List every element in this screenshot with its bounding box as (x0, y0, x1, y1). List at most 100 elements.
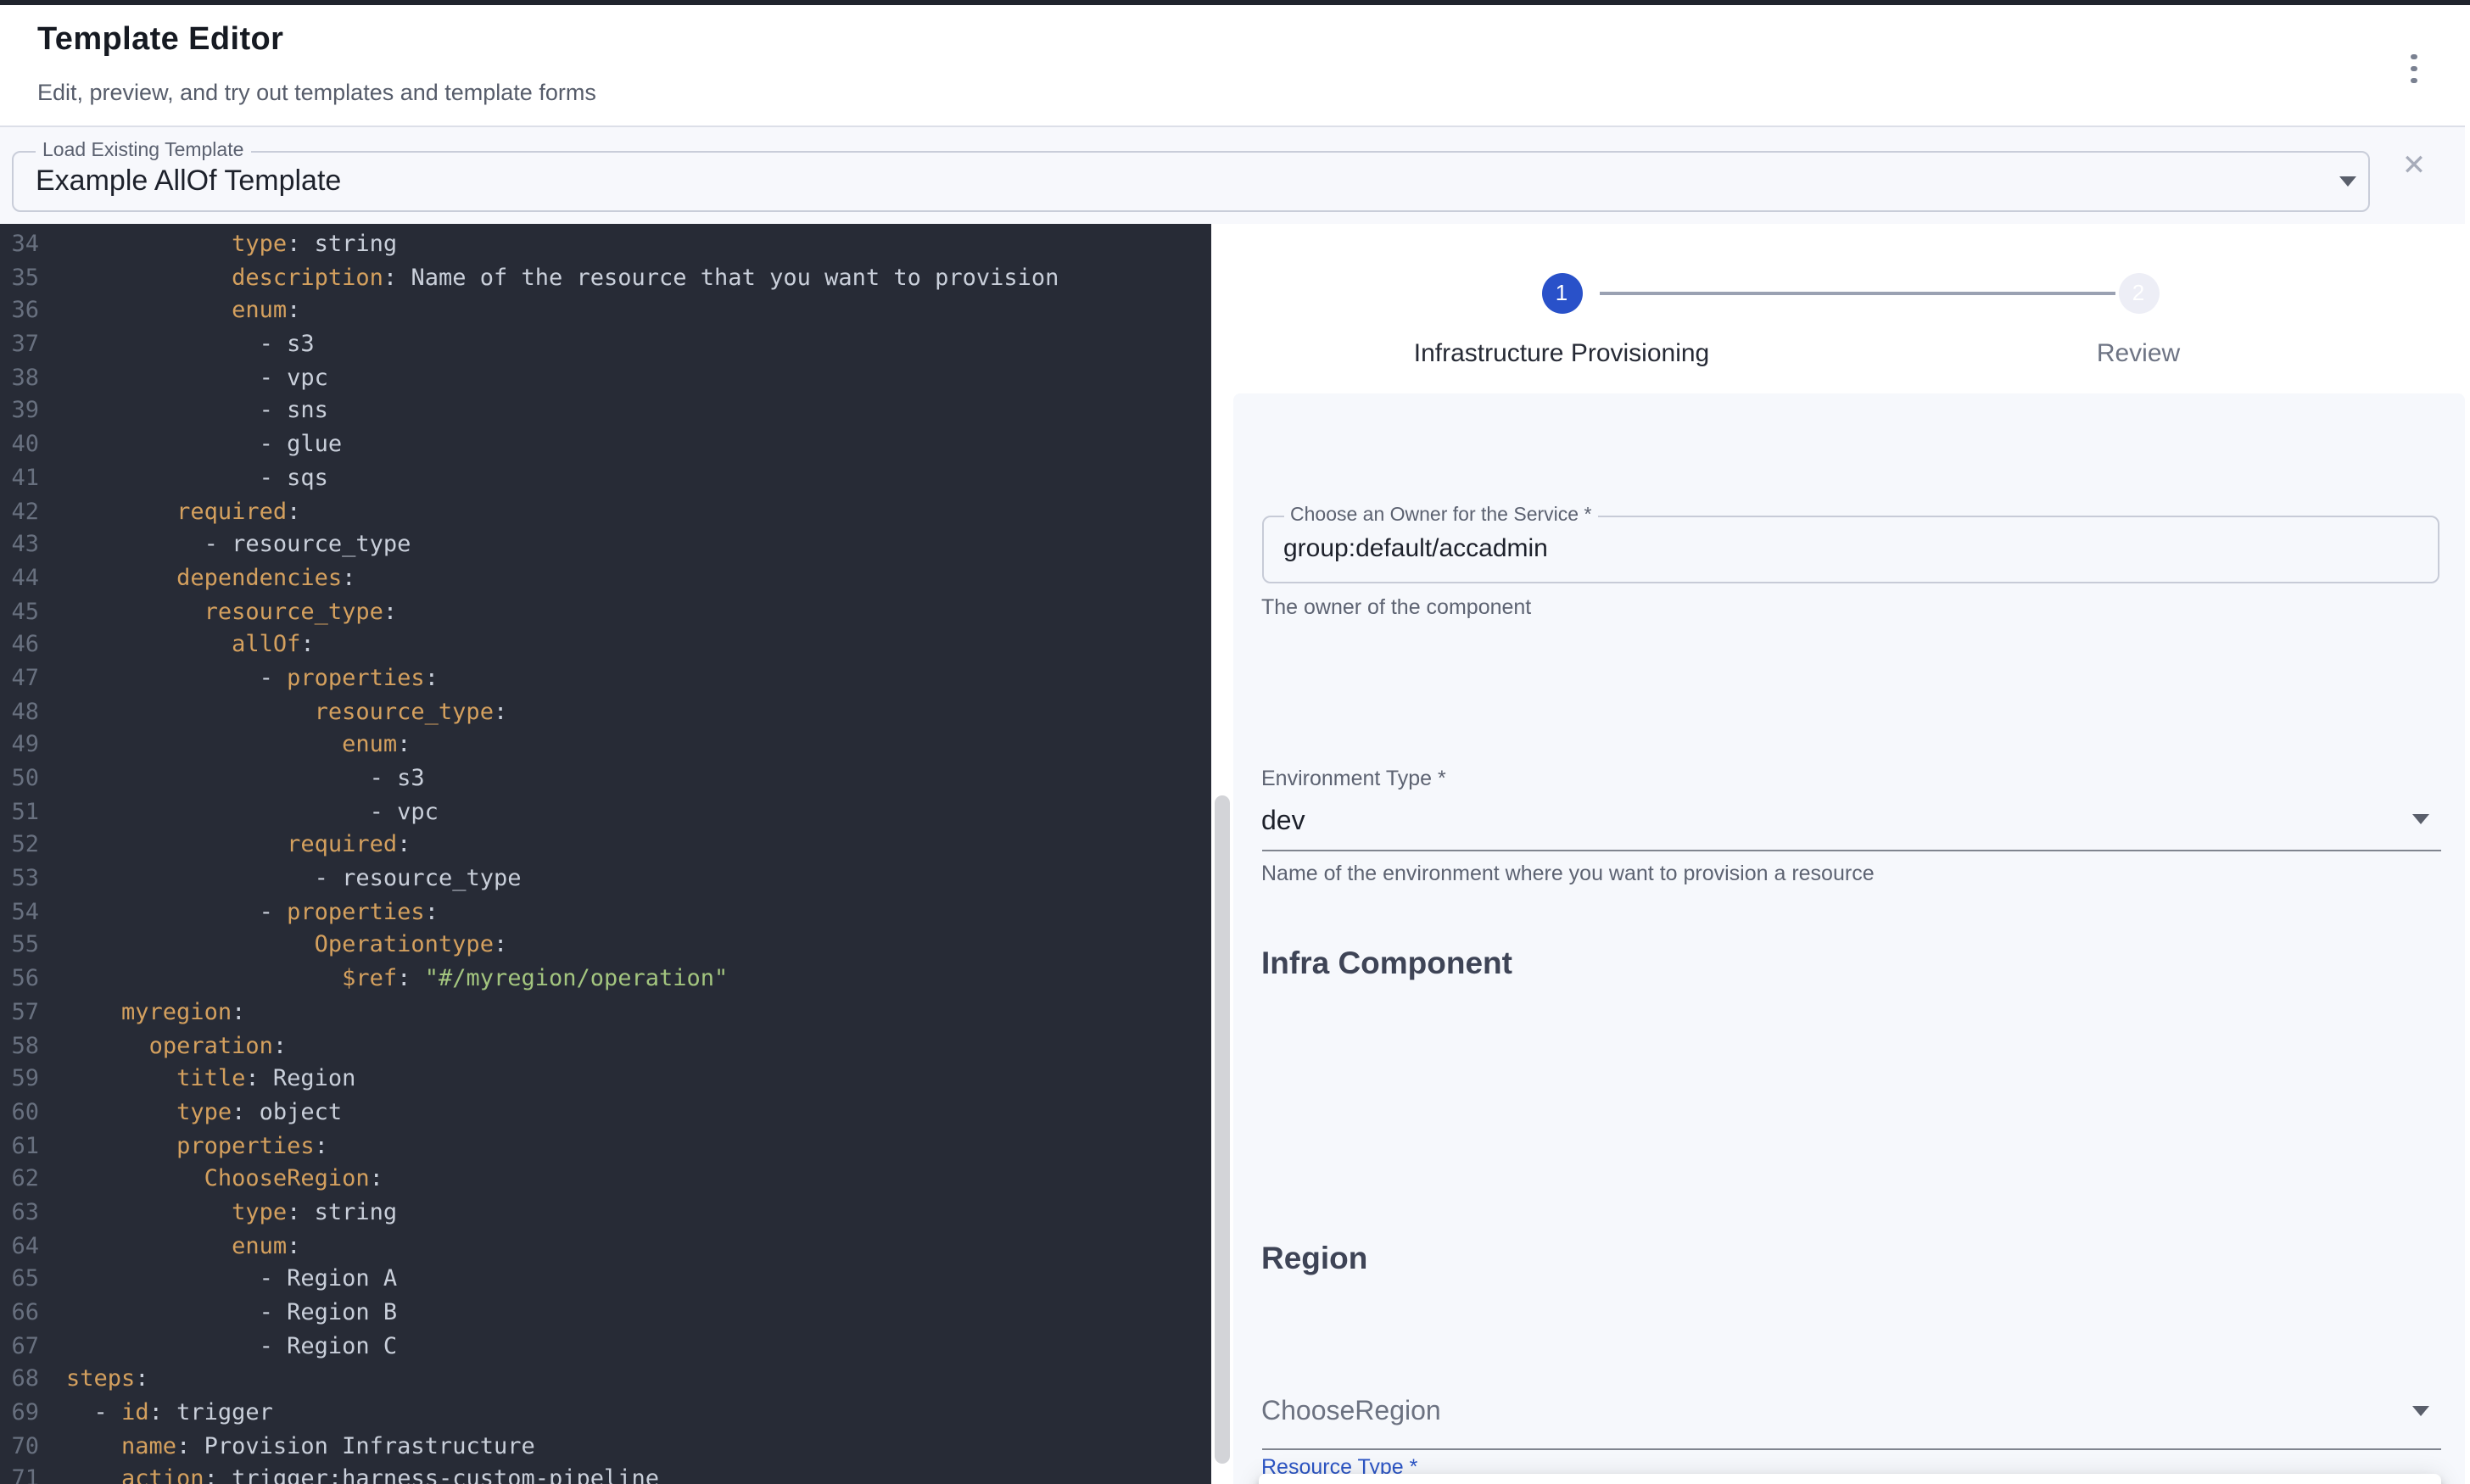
code-line: 53 - resource_type (0, 863, 1210, 896)
line-number: 42 (0, 496, 39, 529)
code-line: 68steps: (0, 1364, 1210, 1398)
code-line: 66 - Region B (0, 1297, 1210, 1331)
line-number: 66 (0, 1297, 39, 1331)
code-line: 43 - resource_type (0, 529, 1210, 562)
editor-scrollbar-thumb[interactable] (1215, 795, 1229, 1463)
line-number: 47 (0, 663, 39, 696)
line-number: 68 (0, 1364, 39, 1398)
line-number: 62 (0, 1164, 39, 1197)
line-number: 52 (0, 830, 39, 863)
step-2-label: Review (2097, 339, 2180, 368)
code-line: 67 - Region C (0, 1331, 1210, 1364)
line-number: 57 (0, 997, 39, 1030)
code-line: 64 enum: (0, 1230, 1210, 1264)
form-preview-pane: 1 2 Infrastructure Provisioning Review C… (1233, 224, 2470, 1484)
code-line: 52 required: (0, 830, 1210, 863)
code-line: 41 - sqs (0, 463, 1210, 496)
code-line: 48 resource_type: (0, 696, 1210, 729)
code-line: 46 allOf: (0, 630, 1210, 663)
code-editor[interactable]: 34 type: string35 description: Name of t… (0, 224, 1210, 1484)
environment-helper-text: Name of the environment where you want t… (1261, 861, 1875, 884)
line-number: 49 (0, 730, 39, 763)
editor-scrollbar (1210, 224, 1233, 1484)
line-number: 64 (0, 1230, 39, 1264)
chevron-down-icon[interactable] (2412, 813, 2429, 823)
code-line: 55 Operationtype: (0, 930, 1210, 963)
code-line: 58 operation: (0, 1030, 1210, 1063)
code-line: 65 - Region A (0, 1264, 1210, 1297)
line-number: 56 (0, 963, 39, 996)
line-number: 38 (0, 363, 39, 396)
line-number: 41 (0, 463, 39, 496)
code-line: 45 resource_type: (0, 596, 1210, 629)
step-1-circle[interactable]: 1 (1541, 272, 1582, 313)
line-number: 48 (0, 696, 39, 729)
code-line: 44 dependencies: (0, 563, 1210, 596)
owner-field[interactable]: Choose an Owner for the Service * group:… (1261, 516, 2439, 583)
code-line: 62 ChooseRegion: (0, 1164, 1210, 1197)
line-number: 69 (0, 1398, 39, 1431)
resource-type-dropdown-menu: s3vpc (1258, 1474, 2440, 1484)
line-number: 44 (0, 563, 39, 596)
code-line: 38 - vpc (0, 363, 1210, 396)
template-editor-page: Template Editor Edit, preview, and try o… (0, 0, 2470, 1484)
code-line: 56 $ref: "#/myregion/operation" (0, 963, 1210, 996)
code-line: 51 - vpc (0, 796, 1210, 829)
form-card: Choose an Owner for the Service * group:… (1233, 393, 2465, 1484)
code-line: 37 - s3 (0, 329, 1210, 362)
line-number: 60 (0, 1097, 39, 1130)
environment-underline (1261, 850, 2440, 851)
page-subtitle: Edit, preview, and try out templates and… (37, 79, 596, 104)
line-number: 45 (0, 596, 39, 629)
code-line: 47 - properties: (0, 663, 1210, 696)
code-line: 60 type: object (0, 1097, 1210, 1130)
line-number: 36 (0, 296, 39, 329)
line-number: 53 (0, 863, 39, 896)
code-line: 39 - sns (0, 396, 1210, 429)
region-heading: Region (1261, 1240, 1367, 1277)
chevron-down-icon[interactable] (2339, 176, 2356, 187)
environment-type-select[interactable]: dev (1261, 806, 1305, 837)
code-line: 35 description: Name of the resource tha… (0, 262, 1210, 295)
step-2-circle[interactable]: 2 (2118, 272, 2159, 313)
code-line: 36 enum: (0, 296, 1210, 329)
line-number: 55 (0, 930, 39, 963)
line-number: 59 (0, 1063, 39, 1096)
page-header: Template Editor Edit, preview, and try o… (0, 4, 2465, 126)
line-number: 61 (0, 1130, 39, 1163)
line-number: 54 (0, 897, 39, 930)
code-lines: 34 type: string35 description: Name of t… (0, 229, 1210, 1484)
line-number: 63 (0, 1197, 39, 1230)
choose-region-select[interactable]: ChooseRegion (1261, 1398, 1441, 1428)
line-number: 51 (0, 796, 39, 829)
kebab-menu-icon[interactable] (2402, 48, 2426, 89)
code-line: 54 - properties: (0, 897, 1210, 930)
code-line: 49 enum: (0, 730, 1210, 763)
code-line: 70 name: Provision Infrastructure (0, 1431, 1210, 1464)
chevron-down-icon[interactable] (2412, 1405, 2429, 1415)
line-number: 34 (0, 229, 39, 262)
code-line: 71 action: trigger:harness-custom-pipeli… (0, 1464, 1210, 1484)
code-line: 63 type: string (0, 1197, 1210, 1230)
owner-field-value: group:default/accadmin (1283, 517, 1548, 580)
choose-region-underline (1261, 1448, 2440, 1449)
environment-type-label: Environment Type * (1261, 767, 1446, 790)
line-number: 58 (0, 1030, 39, 1063)
load-template-bar: Load Existing Template Example AllOf Tem… (0, 126, 2465, 224)
line-number: 71 (0, 1464, 39, 1484)
load-template-select[interactable]: Load Existing Template Example AllOf Tem… (12, 151, 2370, 211)
code-line: 57 myregion: (0, 997, 1210, 1030)
stepper: 1 2 Infrastructure Provisioning Review (1233, 224, 2465, 392)
line-number: 43 (0, 529, 39, 562)
line-number: 40 (0, 429, 39, 462)
line-number: 70 (0, 1431, 39, 1464)
code-line: 61 properties: (0, 1130, 1210, 1163)
line-number: 67 (0, 1331, 39, 1364)
line-number: 65 (0, 1264, 39, 1297)
close-icon[interactable]: ✕ (2397, 149, 2431, 183)
code-line: 40 - glue (0, 429, 1210, 462)
owner-helper-text: The owner of the component (1261, 595, 1531, 619)
code-line: 69 - id: trigger (0, 1398, 1210, 1431)
code-line: 59 title: Region (0, 1063, 1210, 1096)
load-template-value: Example AllOf Template (36, 153, 341, 209)
